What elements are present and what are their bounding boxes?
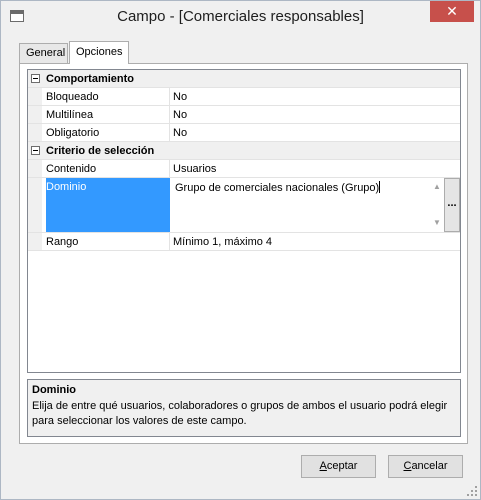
property-row-contenido[interactable]: Contenido Usuarios (28, 160, 460, 178)
collapse-icon[interactable] (31, 146, 40, 155)
row-gutter (28, 233, 42, 250)
property-grid: Comportamiento Bloqueado No Multilínea N… (27, 69, 461, 373)
tab-panel-opciones: Comportamiento Bloqueado No Multilínea N… (19, 63, 468, 444)
row-gutter (28, 106, 42, 123)
help-title: Dominio (32, 384, 76, 396)
property-row-rango[interactable]: Rango Mínimo 1, máximo 4 (28, 233, 460, 251)
property-row-multilinea[interactable]: Multilínea No (28, 106, 460, 124)
accept-mnemonic: A (319, 460, 327, 472)
editor-scrollbar[interactable]: ▲ ▼ (429, 178, 445, 232)
tab-general[interactable]: General (19, 43, 68, 63)
dominio-text-editor[interactable]: Grupo de comerciales nacionales (Grupo) (173, 178, 446, 232)
property-name: Rango (46, 233, 170, 250)
dialog-window: Campo - [Comerciales responsables] ✕ Gen… (0, 0, 481, 500)
accept-button[interactable]: Aceptar (301, 455, 376, 478)
browse-ellipsis-button[interactable]: ... (444, 178, 460, 232)
row-gutter (28, 160, 42, 177)
row-gutter (28, 124, 42, 141)
property-row-dominio[interactable]: Dominio Grupo de comerciales nacionales … (28, 178, 460, 233)
dominio-value-text: Grupo de comerciales nacionales (Grupo) (175, 182, 380, 194)
accept-label-rest: ceptar (326, 460, 358, 472)
help-description-panel: Dominio Elija de entre qué usuarios, col… (27, 379, 461, 437)
category-label: Comportamiento (46, 73, 134, 85)
row-gutter (28, 178, 42, 232)
category-label: Criterio de selección (46, 145, 155, 157)
property-value[interactable]: No (173, 88, 460, 105)
property-value-editor: Grupo de comerciales nacionales (Grupo) … (173, 178, 460, 232)
cancel-label-rest: ancelar (411, 460, 448, 472)
help-text: Elija de entre qué usuarios, colaborador… (32, 400, 448, 427)
close-button[interactable]: ✕ (430, 1, 474, 22)
tab-opciones[interactable]: Opciones (69, 41, 129, 64)
property-name: Obligatorio (46, 124, 170, 141)
property-name: Bloqueado (46, 88, 170, 105)
property-value[interactable]: No (173, 106, 460, 123)
property-name: Dominio (46, 178, 170, 232)
cancel-button[interactable]: Cancelar (388, 455, 463, 478)
scroll-down-icon[interactable]: ▼ (432, 218, 442, 228)
property-row-obligatorio[interactable]: Obligatorio No (28, 124, 460, 142)
window-title: Campo - [Comerciales responsables] (117, 8, 364, 25)
row-gutter (28, 88, 42, 105)
property-name: Multilínea (46, 106, 170, 123)
property-value[interactable]: Usuarios (173, 160, 460, 177)
property-value[interactable]: Mínimo 1, máximo 4 (173, 233, 460, 250)
scroll-up-icon[interactable]: ▲ (432, 182, 442, 192)
property-value[interactable]: No (173, 124, 460, 141)
property-row-bloqueado[interactable]: Bloqueado No (28, 88, 460, 106)
collapse-icon[interactable] (31, 74, 40, 83)
category-comportamiento[interactable]: Comportamiento (28, 70, 460, 88)
property-name: Contenido (46, 160, 170, 177)
text-caret (379, 181, 381, 193)
resize-grip-icon[interactable] (467, 486, 477, 496)
title-bar[interactable]: Campo - [Comerciales responsables] ✕ (1, 1, 480, 32)
category-criterio-seleccion[interactable]: Criterio de selección (28, 142, 460, 160)
